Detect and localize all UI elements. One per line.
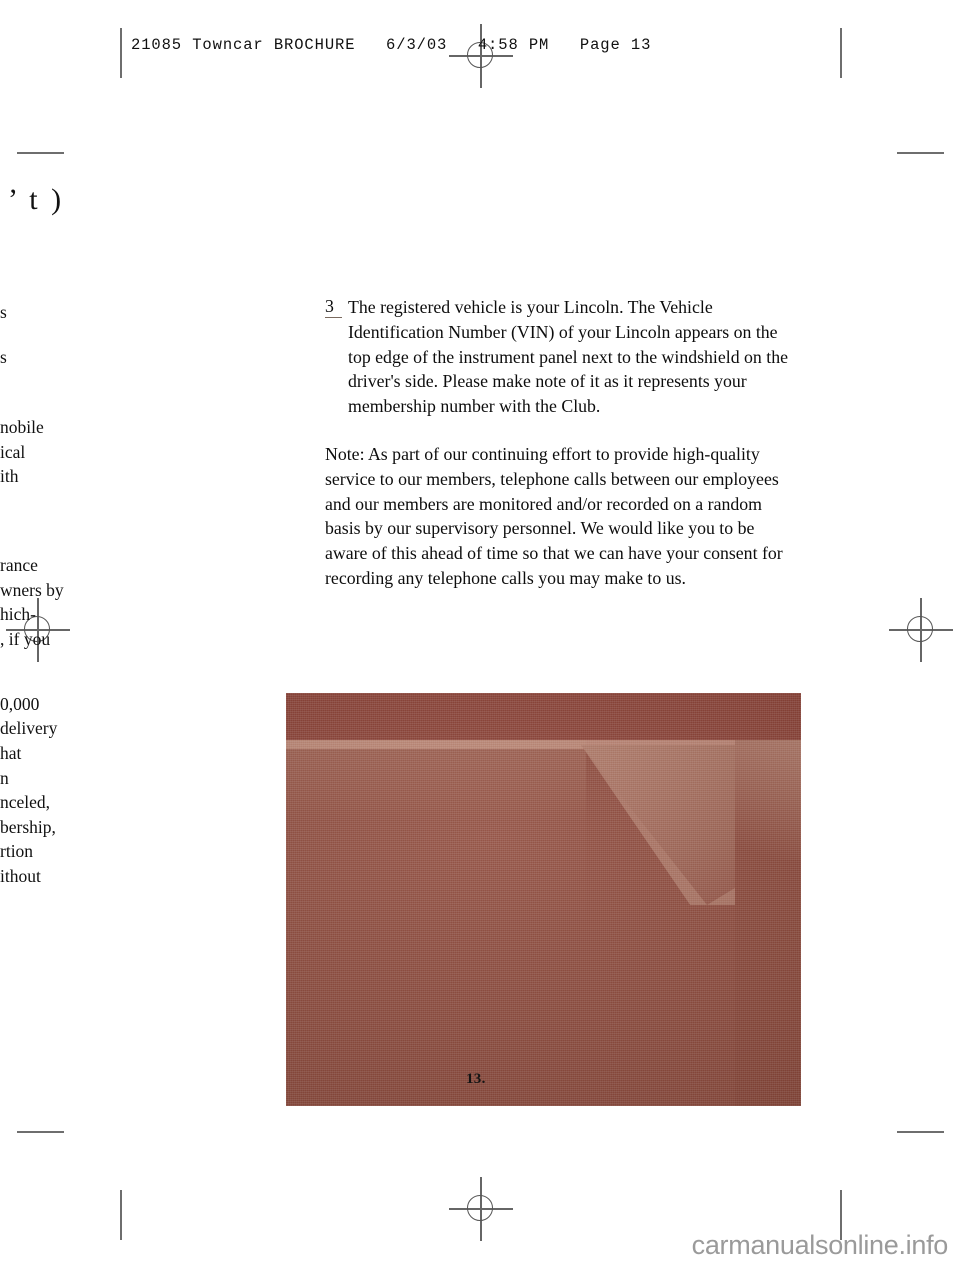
clipped-text-fragment: delivery <box>0 718 58 738</box>
document-page: 21085 Towncar BROCHURE 6/3/03 4:58 PM Pa… <box>0 0 960 1269</box>
registration-mark-circle <box>467 1195 493 1221</box>
clipped-text-fragment: 0,000 <box>0 694 40 714</box>
crop-mark-right-top-horizontal <box>897 152 944 154</box>
photo-top-band <box>286 693 801 740</box>
crop-mark-right-bottom-horizontal <box>897 1131 944 1133</box>
crop-mark-top-right-vertical <box>840 28 842 78</box>
clipped-text-fragment: wners by <box>0 580 64 600</box>
brochure-photo <box>286 693 801 1106</box>
registration-mark-right <box>889 598 953 662</box>
clipped-text-fragment: ithout <box>0 866 41 886</box>
list-item-text: The registered vehicle is your Lincoln. … <box>348 297 788 417</box>
crop-mark-left-top-horizontal <box>17 152 64 154</box>
list-item-number: 3 <box>325 295 342 318</box>
main-text-column: 3 The registered vehicle is your Lincoln… <box>325 295 795 591</box>
photo-left-gradient <box>286 740 586 1106</box>
print-slug-line: 21085 Towncar BROCHURE 6/3/03 4:58 PM Pa… <box>131 36 652 54</box>
clipped-text-fragment: n <box>0 768 9 788</box>
registration-mark-top <box>449 24 513 88</box>
photo-right-panel-highlight <box>735 740 801 860</box>
clipped-heading-fragment: ’ t ) <box>8 183 65 216</box>
clipped-text-fragment: ical <box>0 442 26 462</box>
clipped-text-fragment: , if you <box>0 629 51 649</box>
clipped-text-fragment: ith <box>0 466 19 486</box>
note-paragraph: Note: As part of our continuing effort t… <box>325 443 783 588</box>
site-watermark: carmanualsonline.info <box>691 1230 949 1260</box>
clipped-text-fragment: bership, <box>0 817 56 837</box>
clipped-text-fragment: hat <box>0 743 22 763</box>
crop-mark-left-bottom-horizontal <box>17 1131 64 1133</box>
crop-mark-bottom-left-vertical <box>120 1190 122 1240</box>
clipped-text-fragment: s <box>0 347 7 367</box>
numbered-list-item: 3 The registered vehicle is your Lincoln… <box>325 295 795 419</box>
clipped-text-fragment: nceled, <box>0 792 51 812</box>
clipped-text-fragment: hich- <box>0 604 36 624</box>
registration-mark-circle <box>907 616 933 642</box>
clipped-text-fragment: s <box>0 302 7 322</box>
registration-mark-bottom <box>449 1177 513 1241</box>
clipped-text-fragment: rtion <box>0 841 34 861</box>
clipped-text-fragment: rance <box>0 555 38 575</box>
page-number: 13. <box>466 1071 486 1087</box>
clipped-text-fragment: nobile <box>0 417 44 437</box>
crop-mark-top-left-vertical <box>120 28 122 78</box>
